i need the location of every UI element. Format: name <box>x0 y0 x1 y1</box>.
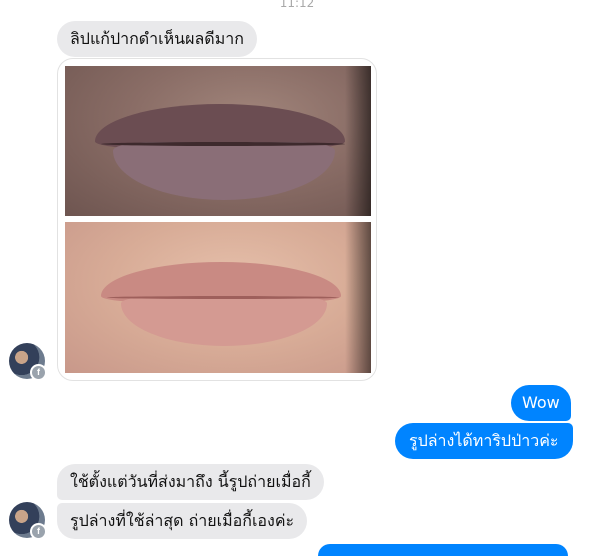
photo-shadow <box>345 66 371 216</box>
contact-avatar[interactable]: f <box>9 502 47 540</box>
incoming-message-bubble[interactable]: ใช้ตั้งแต่วันที่ส่งมาถึง นี้รูปถ่ายเมื่อ… <box>57 464 324 500</box>
lower-lip-shape <box>113 142 335 200</box>
contact-avatar[interactable]: f <box>9 343 47 381</box>
lower-lip-shape <box>121 296 327 346</box>
lip-line-shape <box>101 142 345 146</box>
before-lips-photo <box>65 66 371 216</box>
facebook-badge-icon: f <box>30 364 47 381</box>
photo-shadow <box>345 222 371 373</box>
shared-photo-attachment[interactable] <box>57 58 377 381</box>
outgoing-message-bubble[interactable]: รูปล่างได้ทาริปป่าวค่ะ <box>395 423 573 459</box>
facebook-badge-icon: f <box>30 523 47 540</box>
incoming-message-bubble[interactable]: รูปล่างที่ใช้ล่าสุด ถ่ายเมื่อกี้เองค่ะ <box>57 503 308 539</box>
message-timestamp: 11:12 <box>279 0 315 10</box>
lip-line-shape <box>107 296 339 299</box>
after-lips-photo <box>65 222 371 373</box>
outgoing-message-bubble[interactable]: Wow <box>511 385 571 421</box>
outgoing-message-bubble-partial[interactable] <box>318 544 568 556</box>
incoming-message-bubble[interactable]: ลิปแก้ปากดำเห็นผลดีมาก <box>57 21 257 57</box>
